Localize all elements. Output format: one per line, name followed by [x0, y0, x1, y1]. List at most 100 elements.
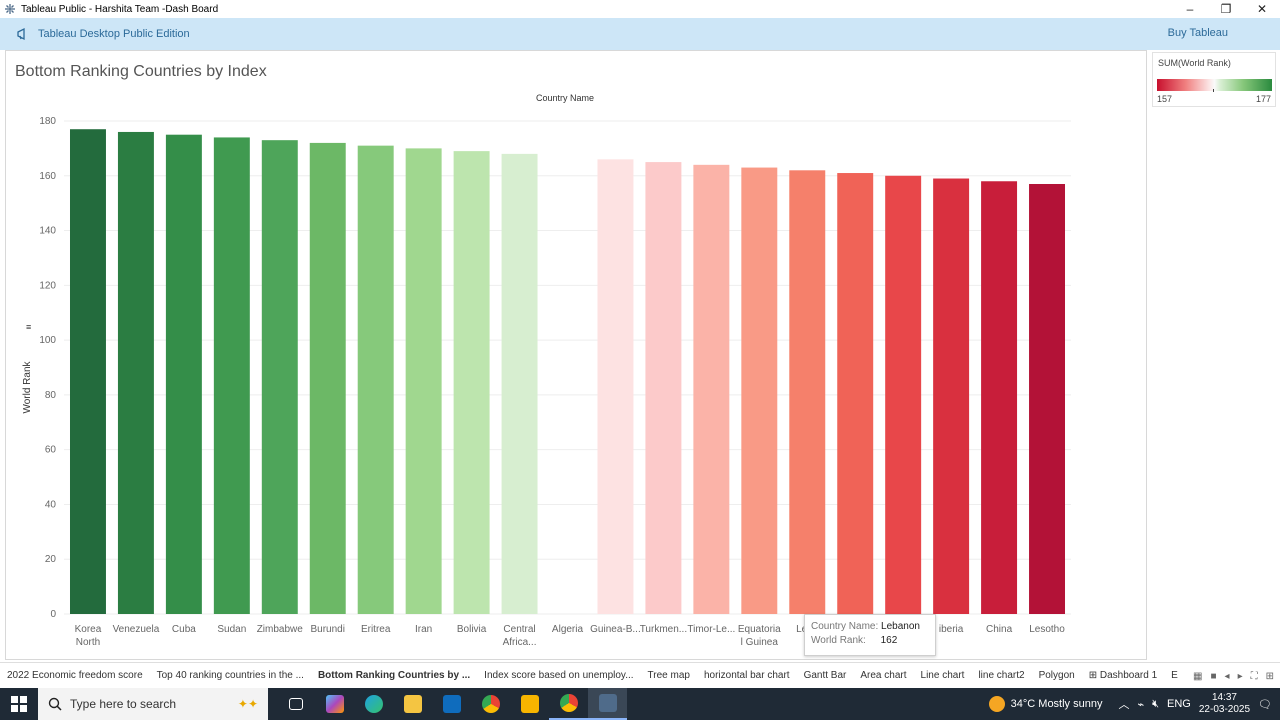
tooltip-country-row: Country Name: Lebanon [811, 620, 929, 634]
weather-text: 34°C Mostly sunny [1010, 698, 1103, 710]
fit-icon[interactable]: ⛶ [1251, 671, 1258, 682]
bar[interactable] [645, 162, 682, 614]
minimize-button[interactable]: – [1172, 0, 1208, 18]
bar[interactable] [69, 129, 106, 614]
close-button[interactable]: ✕ [1244, 0, 1280, 18]
network-icon[interactable]: ⌁ [1137, 698, 1144, 711]
bar[interactable] [597, 159, 634, 614]
legend-marker [1213, 89, 1214, 92]
y-axis-title: World Rank [22, 360, 33, 413]
bar[interactable] [885, 175, 922, 614]
sheet-tab[interactable]: Top 40 ranking countries in the ... [150, 663, 311, 689]
store-icon[interactable] [510, 688, 549, 720]
copilot-icon[interactable] [315, 688, 354, 720]
search-placeholder: Type here to search [70, 697, 177, 711]
bar[interactable] [837, 173, 874, 614]
y-tick-label: 180 [39, 116, 56, 127]
x-tick-label: Lesotho [1029, 624, 1065, 635]
y-tick-label: 60 [45, 445, 57, 456]
bar[interactable] [117, 131, 154, 614]
bar[interactable] [261, 140, 298, 614]
windows-icon [11, 696, 27, 712]
weather-icon [988, 696, 1005, 712]
bar[interactable] [309, 142, 346, 614]
new-worksheet-icon[interactable]: ▦ [1193, 671, 1202, 682]
language-indicator[interactable]: ENG [1167, 698, 1191, 710]
weather-widget[interactable]: 34°C Mostly sunny [988, 696, 1103, 712]
x-tick-label: Venezuela [113, 624, 160, 635]
sheet-tab[interactable]: Tree map [641, 663, 697, 689]
x-tick-label: Equatoria [738, 624, 781, 635]
bar-chart: Country Name 0 20 40 60 80 100 120 140 160 180 Worl… [22, 93, 1071, 648]
worksheet-view: Bottom Ranking Countries by Index Countr… [5, 50, 1147, 660]
prev-tab-icon[interactable]: ◂ [1225, 671, 1230, 682]
y-tick-label: 160 [39, 171, 56, 182]
x-tick-label: Guinea-B... [590, 624, 641, 635]
restore-button[interactable]: ❐ [1208, 0, 1244, 18]
bar[interactable] [165, 134, 202, 614]
bar[interactable] [453, 151, 490, 614]
buy-tableau-link[interactable]: Buy Tableau [1168, 27, 1228, 39]
next-tab-icon[interactable]: ▸ [1238, 671, 1243, 682]
y-tick-label: 120 [39, 280, 56, 291]
tab-navigation: ▦ ■ ◂ ▸ ⛶ ⊞ [1187, 663, 1280, 689]
y-tick-label: 20 [45, 554, 57, 565]
sheet-tab[interactable]: horizontal bar chart [697, 663, 797, 689]
bar[interactable] [741, 167, 778, 615]
file-explorer-icon[interactable] [393, 688, 432, 720]
sheet-tab[interactable]: 2022 Economic freedom score [0, 663, 150, 689]
x-tick-label: iberia [939, 624, 964, 635]
y-tick-label: 40 [45, 499, 57, 510]
taskbar-search[interactable]: Type here to search ✦✦ [38, 688, 268, 720]
chrome-profile-icon[interactable] [549, 688, 588, 720]
bar[interactable] [405, 148, 442, 614]
sheet-tab[interactable]: Line chart [914, 663, 972, 689]
sheet-tab[interactable]: ⊞ Dashboard 1 [1082, 663, 1164, 689]
x-tick-label: China [986, 624, 1013, 635]
tray-chevron-icon[interactable]: ︿ [1118, 696, 1129, 712]
search-icon [48, 697, 62, 711]
chrome-icon[interactable] [471, 688, 510, 720]
sheet-tab[interactable]: E [1164, 663, 1185, 689]
outlook-icon[interactable] [432, 688, 471, 720]
bar[interactable] [357, 145, 394, 614]
bar[interactable] [213, 137, 250, 614]
sheet-tab[interactable]: Gantt Bar [797, 663, 854, 689]
sheet-tabs: 2022 Economic freedom score Top 40 rankin… [0, 662, 1280, 689]
clock-time: 14:37 [1211, 692, 1237, 703]
x-tick-label: Korea [75, 624, 102, 635]
color-legend[interactable]: SUM(World Rank) 157 177 [1152, 52, 1276, 107]
start-button[interactable] [0, 688, 38, 720]
edge-icon[interactable] [354, 688, 393, 720]
tooltip-rank-row: World Rank: 162 [811, 634, 929, 648]
sheet-tab[interactable]: line chart2 [971, 663, 1031, 689]
tableau-taskbar-icon[interactable] [588, 688, 627, 720]
mark-tooltip: Country Name: Lebanon World Rank: 162 [804, 614, 936, 656]
sheet-tab[interactable]: Index score based on unemploy... [477, 663, 640, 689]
tooltip-country-label: Country Name: [811, 621, 879, 632]
x-tick-label: l Guinea [741, 637, 779, 648]
show-sheets-icon[interactable]: ⊞ [1266, 671, 1274, 682]
task-view-icon[interactable] [276, 688, 315, 720]
clock[interactable]: 14:37 22-03-2025 [1199, 692, 1250, 716]
y-tick-label: 80 [45, 390, 57, 401]
bar[interactable] [789, 170, 826, 615]
window-title-bar: Tableau Public - Harshita Team -Dash Boa… [0, 0, 1280, 18]
x-tick-label: Zimbabwe [257, 624, 304, 635]
sheet-tab[interactable]: Bottom Ranking Countries by ... [310, 662, 478, 689]
legend-gradient [1157, 79, 1272, 91]
bar[interactable] [981, 181, 1018, 614]
bar[interactable] [933, 178, 970, 614]
legend-min: 157 [1157, 94, 1173, 104]
volume-icon[interactable]: 🔇︎ [1152, 698, 1159, 711]
sheet-tab[interactable]: Area chart [853, 663, 913, 689]
bar[interactable] [1029, 183, 1066, 614]
sheet-tab[interactable]: Polygon [1032, 663, 1082, 689]
bar[interactable] [693, 164, 730, 615]
new-dashboard-icon[interactable]: ■ [1211, 671, 1217, 682]
x-tick-label: Turkmen... [640, 624, 687, 635]
notifications-icon[interactable]: 🗨︎ [1258, 698, 1272, 711]
tooltip-rank-label: World Rank: [811, 635, 866, 646]
bar[interactable] [501, 153, 538, 614]
x-tick-label: Africa... [503, 637, 537, 648]
